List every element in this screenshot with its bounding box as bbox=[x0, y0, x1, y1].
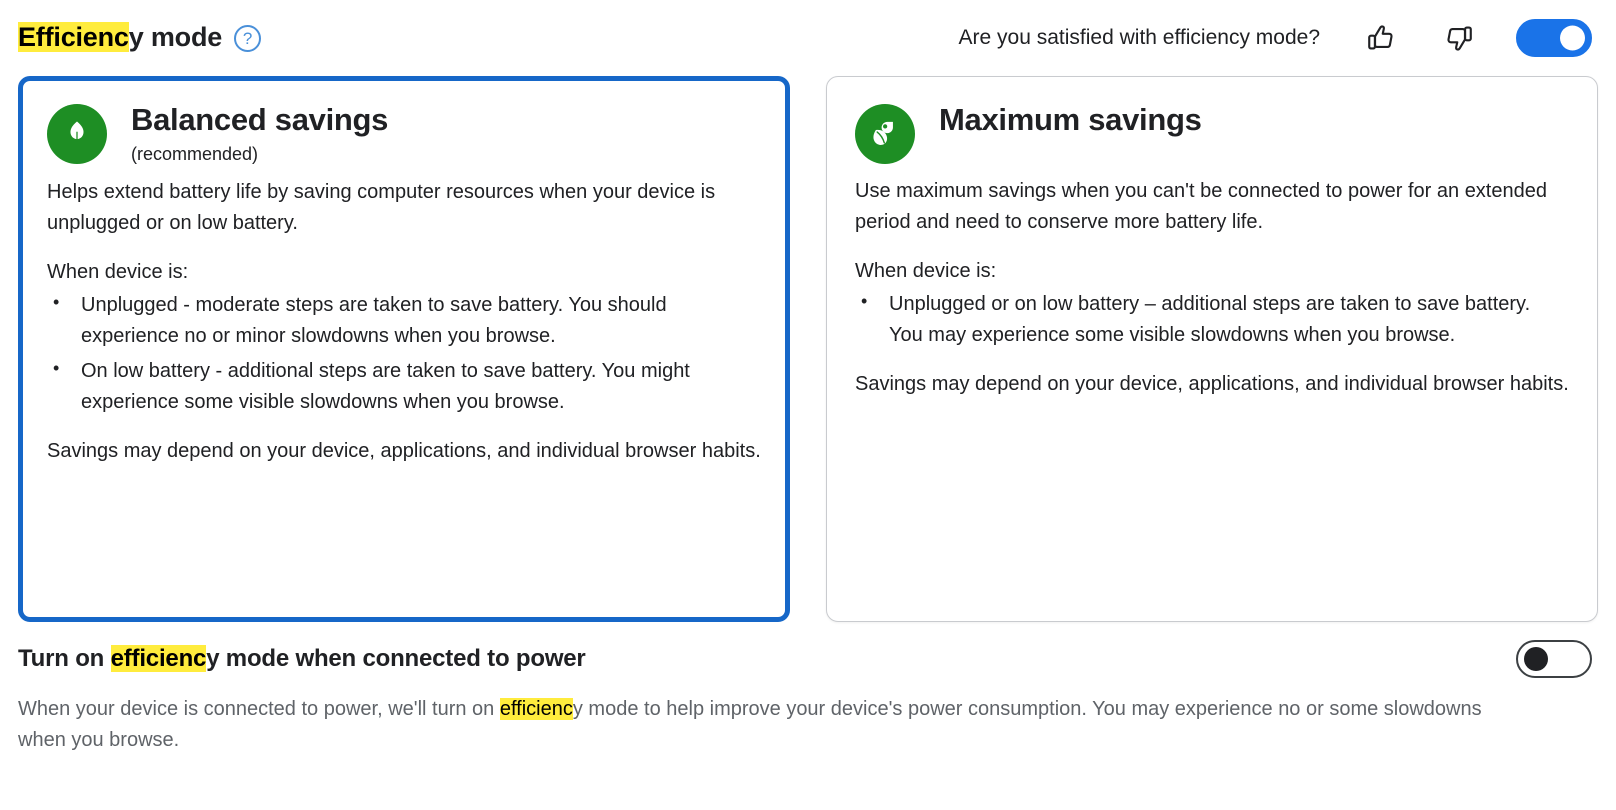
connected-to-power-toggle-knob bbox=[1524, 647, 1548, 671]
help-icon[interactable]: ? bbox=[234, 24, 262, 52]
connected-to-power-description: When your device is connected to power, … bbox=[18, 694, 1528, 756]
maximum-savings-condition-label: When device is: bbox=[855, 260, 997, 282]
connected-to-power-title: Turn on efficiency mode when connected t… bbox=[18, 644, 586, 674]
balanced-savings-card[interactable]: Balanced savings (recommended) Helps ext… bbox=[18, 76, 790, 622]
maximum-savings-intro: Use maximum savings when you can't be co… bbox=[855, 180, 1547, 233]
maximum-savings-bullet-list: Unplugged or on low battery – additional… bbox=[855, 288, 1569, 351]
balanced-savings-footnote: Savings may depend on your device, appli… bbox=[47, 439, 761, 462]
thumbs-up-button[interactable] bbox=[1354, 12, 1406, 64]
double-leaf-icon bbox=[855, 104, 915, 164]
connected-to-power-section: Turn on efficiency mode when connected t… bbox=[0, 640, 1616, 756]
list-item: On low battery - additional steps are ta… bbox=[47, 355, 761, 418]
connected-to-power-toggle-wrap bbox=[1516, 640, 1592, 678]
page-title-highlight: Efficienc bbox=[18, 22, 129, 53]
list-item: Unplugged or on low battery – additional… bbox=[855, 288, 1569, 351]
balanced-savings-card-header: Balanced savings (recommended) bbox=[47, 101, 761, 165]
connected-to-power-row: Turn on efficiency mode when connected t… bbox=[18, 640, 1592, 678]
connected-desc-pre: When your device is connected to power, … bbox=[18, 698, 500, 720]
efficiency-mode-settings-page: Efficiency mode ? Are you satisfied with… bbox=[0, 0, 1616, 810]
connected-desc-highlight: efficienc bbox=[499, 698, 573, 720]
balanced-savings-intro: Helps extend battery life by saving comp… bbox=[47, 180, 716, 234]
connected-title-highlight: efficienc bbox=[110, 644, 207, 672]
savings-mode-cards: Balanced savings (recommended) Helps ext… bbox=[18, 76, 1598, 622]
balanced-savings-body: Helps extend battery life by saving comp… bbox=[47, 177, 761, 467]
maximum-savings-card-header: Maximum savings bbox=[855, 101, 1569, 164]
balanced-savings-subtitle: (recommended) bbox=[131, 143, 259, 164]
maximum-savings-title-wrap: Maximum savings bbox=[939, 101, 1202, 138]
single-leaf-icon bbox=[47, 104, 107, 164]
header-right-group: Are you satisfied with efficiency mode? bbox=[959, 12, 1616, 64]
thumbs-up-icon bbox=[1363, 21, 1397, 55]
connected-title-pre: Turn on bbox=[18, 644, 111, 672]
help-icon-glyph: ? bbox=[242, 28, 253, 48]
maximum-savings-footnote: Savings may depend on your device, appli… bbox=[855, 373, 1569, 395]
efficiency-mode-toggle-knob bbox=[1560, 25, 1585, 51]
header-left-group: Efficiency mode ? bbox=[0, 22, 262, 53]
list-item: Unplugged - moderate steps are taken to … bbox=[47, 289, 761, 352]
efficiency-mode-toggle[interactable] bbox=[1516, 19, 1592, 57]
page-title-rest: y mode bbox=[128, 22, 223, 53]
thumbs-down-icon bbox=[1443, 21, 1477, 55]
connected-title-post: y mode when connected to power bbox=[206, 644, 586, 672]
satisfaction-question: Are you satisfied with efficiency mode? bbox=[958, 26, 1320, 49]
balanced-savings-bullet-list: Unplugged - moderate steps are taken to … bbox=[47, 289, 761, 418]
thumbs-down-button[interactable] bbox=[1434, 12, 1486, 64]
maximum-savings-title: Maximum savings bbox=[939, 102, 1202, 137]
header-row: Efficiency mode ? Are you satisfied with… bbox=[0, 0, 1616, 76]
balanced-savings-title-wrap: Balanced savings (recommended) bbox=[131, 101, 388, 165]
connected-to-power-toggle[interactable] bbox=[1516, 640, 1592, 678]
page-title: Efficiency mode bbox=[18, 22, 223, 53]
balanced-savings-condition-label: When device is: bbox=[47, 260, 189, 283]
maximum-savings-body: Use maximum savings when you can't be co… bbox=[855, 176, 1569, 400]
maximum-savings-card[interactable]: Maximum savings Use maximum savings when… bbox=[826, 76, 1598, 622]
balanced-savings-title: Balanced savings bbox=[131, 102, 389, 137]
